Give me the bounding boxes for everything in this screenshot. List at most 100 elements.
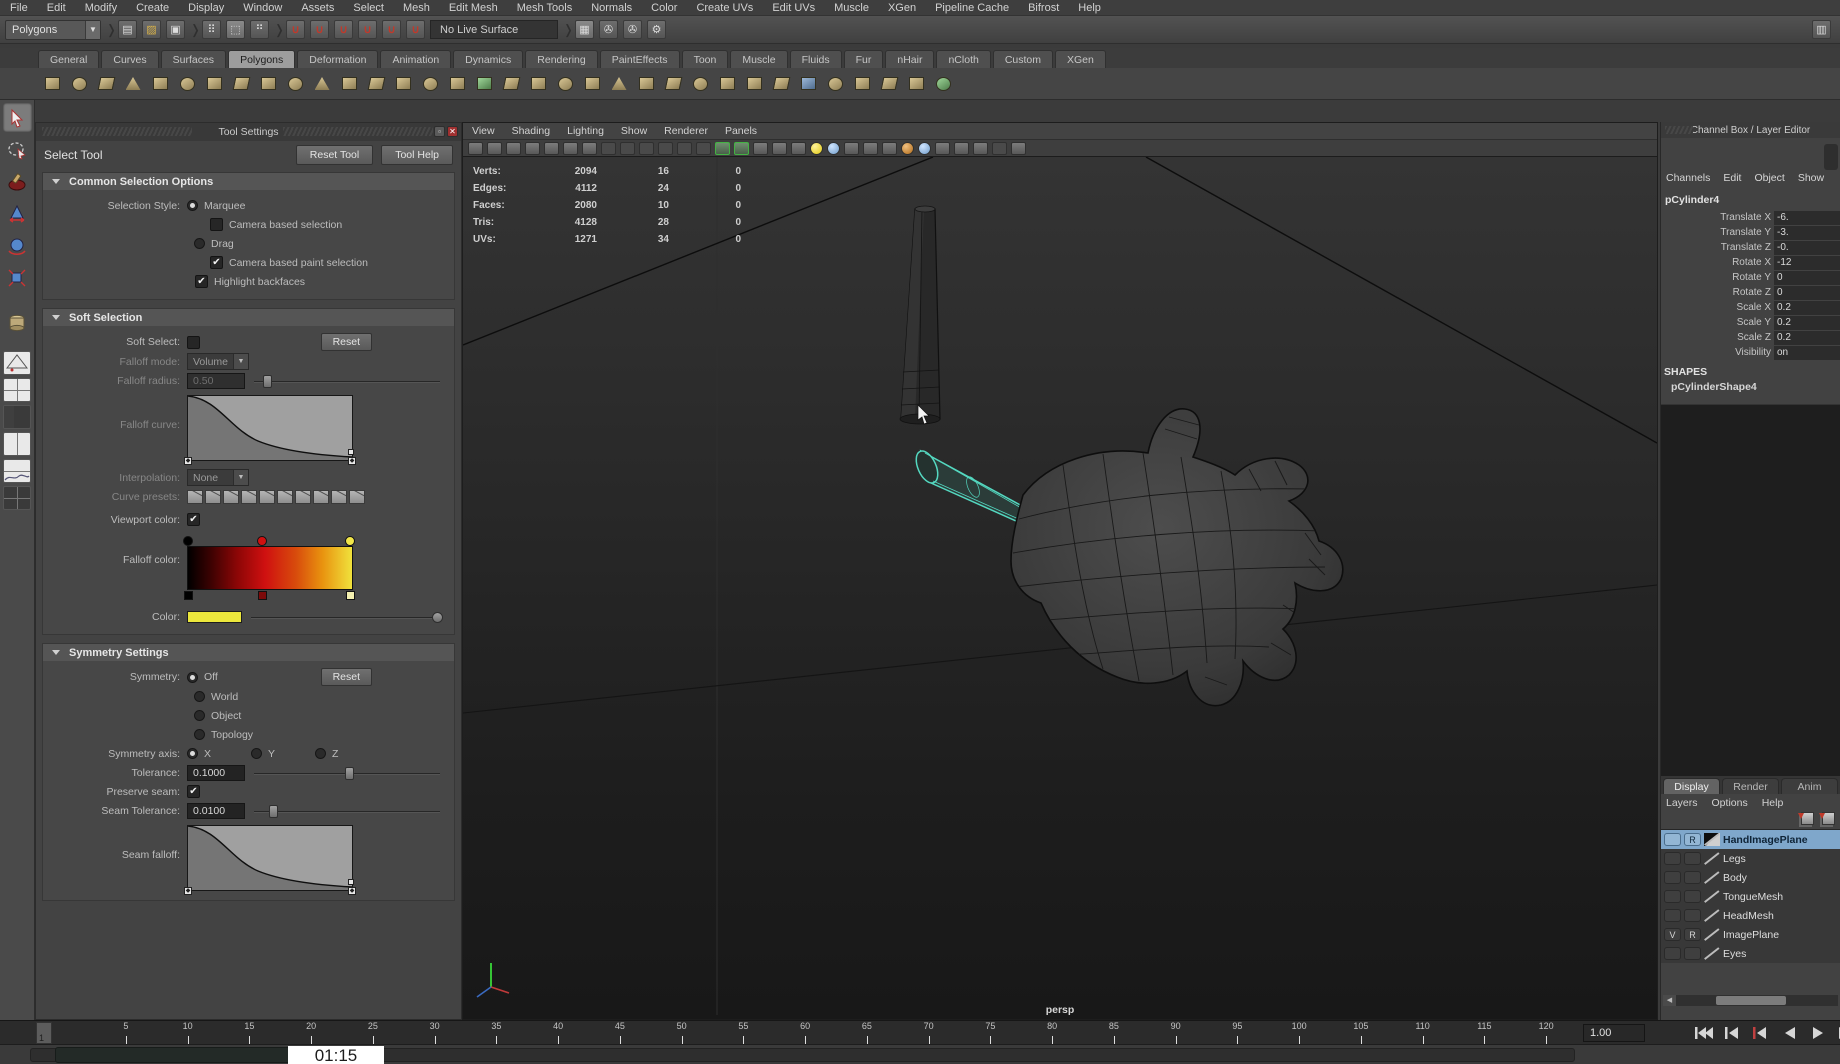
- curve-end-handle[interactable]: ◆: [348, 457, 356, 465]
- layer-visibility-toggle[interactable]: V: [1664, 928, 1681, 941]
- new-scene-icon[interactable]: ▤: [118, 20, 137, 39]
- curve-preset-button[interactable]: [295, 490, 311, 504]
- select-object-icon[interactable]: ⬚: [226, 20, 245, 39]
- symmetry-object-radio[interactable]: [194, 710, 205, 721]
- falloff-mode-dropdown[interactable]: Volume ▼: [187, 353, 249, 370]
- viewport-color-checkbox[interactable]: [187, 513, 200, 526]
- polygon-shelf-icon[interactable]: [769, 72, 793, 96]
- camera-based-selection-checkbox[interactable]: [210, 218, 223, 231]
- polygon-shelf-icon[interactable]: [175, 72, 199, 96]
- layout-persp-graph-button[interactable]: [3, 459, 31, 483]
- highlight-backfaces-checkbox[interactable]: [195, 275, 208, 288]
- layer-row[interactable]: R HandImagePlane: [1661, 830, 1840, 849]
- falloff-color-ramp[interactable]: [187, 536, 353, 600]
- slider-handle[interactable]: [432, 612, 443, 623]
- channel-box-menu-item[interactable]: Show: [1798, 172, 1824, 184]
- play-forwards-button[interactable]: [1806, 1023, 1830, 1043]
- shelf-tab[interactable]: Fur: [844, 50, 884, 68]
- polygon-shelf-icon[interactable]: [67, 72, 91, 96]
- viewport-3d-area[interactable]: Verts: 2094 16 0 Edges: 4112 24 0 Faces:…: [463, 157, 1657, 1019]
- layer-row[interactable]: Legs: [1661, 849, 1840, 868]
- viewport-toolbar-icon[interactable]: [810, 142, 823, 155]
- go-to-start-button[interactable]: [1692, 1023, 1716, 1043]
- polygon-shelf-icon[interactable]: [580, 72, 604, 96]
- layer-editor-menu-item[interactable]: Layers: [1666, 797, 1698, 809]
- viewport-toolbar-icon[interactable]: [506, 142, 521, 155]
- shelf-tab[interactable]: Curves: [101, 50, 158, 68]
- layer-renderable-toggle[interactable]: [1684, 871, 1701, 884]
- scrollbar-thumb[interactable]: [1716, 996, 1786, 1005]
- viewport-toolbar-icon[interactable]: [696, 142, 711, 155]
- menu-set-dropdown[interactable]: Polygons ▼: [5, 20, 101, 40]
- save-scene-icon[interactable]: ▣: [166, 20, 185, 39]
- shelf-tab[interactable]: PaintEffects: [600, 50, 680, 68]
- polygon-shelf-icon[interactable]: [148, 72, 172, 96]
- polygon-shelf-icon[interactable]: [202, 72, 226, 96]
- tool-settings-titlebar[interactable]: Tool Settings ▫ ✕: [36, 123, 461, 141]
- selected-object-name[interactable]: pCylinder4: [1661, 194, 1840, 206]
- viewport-toolbar-icon[interactable]: [525, 142, 540, 155]
- polygon-shelf-icon[interactable]: [472, 72, 496, 96]
- ramp-key-yellow[interactable]: [346, 591, 355, 600]
- polygon-shelf-icon[interactable]: [256, 72, 280, 96]
- paint-select-tool-button[interactable]: [3, 167, 32, 196]
- layout-hypershade-button[interactable]: [3, 486, 31, 510]
- menu-item[interactable]: Color: [651, 2, 677, 14]
- shape-node-name[interactable]: pCylinderShape4: [1661, 381, 1840, 393]
- polygon-shelf-icon[interactable]: [337, 72, 361, 96]
- separator-chevron[interactable]: ❭: [274, 21, 281, 39]
- slider-handle[interactable]: [345, 767, 354, 780]
- playback-speed-field[interactable]: 1.00: [1583, 1024, 1645, 1042]
- menu-item[interactable]: Mesh Tools: [517, 2, 572, 14]
- polygon-shelf-icon[interactable]: [688, 72, 712, 96]
- viewport-toolbar-icon[interactable]: [563, 142, 578, 155]
- seam-tolerance-slider[interactable]: [254, 803, 440, 819]
- layer-renderable-toggle[interactable]: [1684, 947, 1701, 960]
- snap-point-icon[interactable]: ∪: [334, 20, 353, 39]
- viewport-toolbar-icon[interactable]: [487, 142, 502, 155]
- menu-item[interactable]: XGen: [888, 2, 916, 14]
- menu-item[interactable]: Modify: [85, 2, 117, 14]
- channel-attribute-row[interactable]: Translate X -6.: [1661, 210, 1840, 225]
- ramp-key-black[interactable]: [184, 591, 193, 600]
- polygon-shelf-icon[interactable]: [742, 72, 766, 96]
- interpolation-dropdown[interactable]: None ▼: [187, 469, 249, 486]
- shelf-tab[interactable]: Muscle: [730, 50, 787, 68]
- layer-renderable-toggle[interactable]: R: [1684, 928, 1701, 941]
- layer-color-swatch[interactable]: [1704, 852, 1720, 865]
- layer-visibility-toggle[interactable]: [1664, 890, 1681, 903]
- layer-scrollbar[interactable]: ◀: [1663, 995, 1838, 1006]
- viewport-toolbar-icon[interactable]: [658, 142, 673, 155]
- menu-item[interactable]: Assets: [301, 2, 334, 14]
- layer-visibility-toggle[interactable]: [1664, 909, 1681, 922]
- marquee-radio[interactable]: [187, 200, 198, 211]
- layer-row[interactable]: Body: [1661, 868, 1840, 887]
- viewport-toolbar-icon[interactable]: [772, 142, 787, 155]
- viewport-toolbar-icon[interactable]: [601, 142, 616, 155]
- render-current-icon[interactable]: ✇: [599, 20, 618, 39]
- dock-handle[interactable]: [1824, 144, 1838, 170]
- menu-item[interactable]: Edit UVs: [772, 2, 815, 14]
- menu-item[interactable]: File: [10, 2, 28, 14]
- viewport-toolbar-icon[interactable]: [544, 142, 559, 155]
- new-empty-layer-icon[interactable]: [1798, 811, 1814, 824]
- viewport-menu-item[interactable]: Show: [621, 125, 647, 137]
- viewport-toolbar-icon[interactable]: [753, 142, 768, 155]
- shelf-tab[interactable]: Rendering: [525, 50, 597, 68]
- falloff-curve-widget[interactable]: ◆ ◆: [187, 395, 353, 461]
- channel-attribute-row[interactable]: Visibility on: [1661, 345, 1840, 360]
- chevron-down-icon[interactable]: ▼: [85, 21, 100, 39]
- shelf-tab[interactable]: nHair: [885, 50, 934, 68]
- viewport-menu-item[interactable]: Renderer: [664, 125, 708, 137]
- menu-item[interactable]: Normals: [591, 2, 632, 14]
- shelf-tab[interactable]: Polygons: [228, 50, 295, 68]
- symmetry-settings-header[interactable]: Symmetry Settings: [43, 644, 454, 661]
- shelf-tab[interactable]: XGen: [1055, 50, 1106, 68]
- ramp-stop-black[interactable]: [183, 536, 193, 546]
- curve-preset-button[interactable]: [205, 490, 221, 504]
- layout-four-pane-button[interactable]: [3, 378, 31, 402]
- select-tool-button[interactable]: [3, 103, 32, 132]
- undock-icon[interactable]: ▫: [434, 126, 445, 137]
- symmetry-topology-radio[interactable]: [194, 729, 205, 740]
- polygon-shelf-icon[interactable]: [850, 72, 874, 96]
